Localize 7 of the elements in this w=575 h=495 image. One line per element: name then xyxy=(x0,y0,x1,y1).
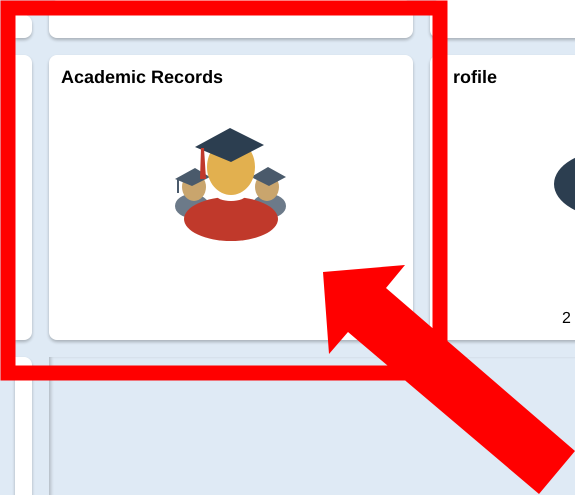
tile-title: Academic Records xyxy=(61,67,224,88)
tile-footer: 2 xyxy=(562,310,571,328)
tile[interactable] xyxy=(15,15,32,38)
tile[interactable]: rofile 2 xyxy=(430,55,575,340)
tile-title: rofile xyxy=(453,67,498,88)
tile[interactable] xyxy=(15,55,32,340)
tile[interactable]: Academic Records xyxy=(49,55,413,340)
